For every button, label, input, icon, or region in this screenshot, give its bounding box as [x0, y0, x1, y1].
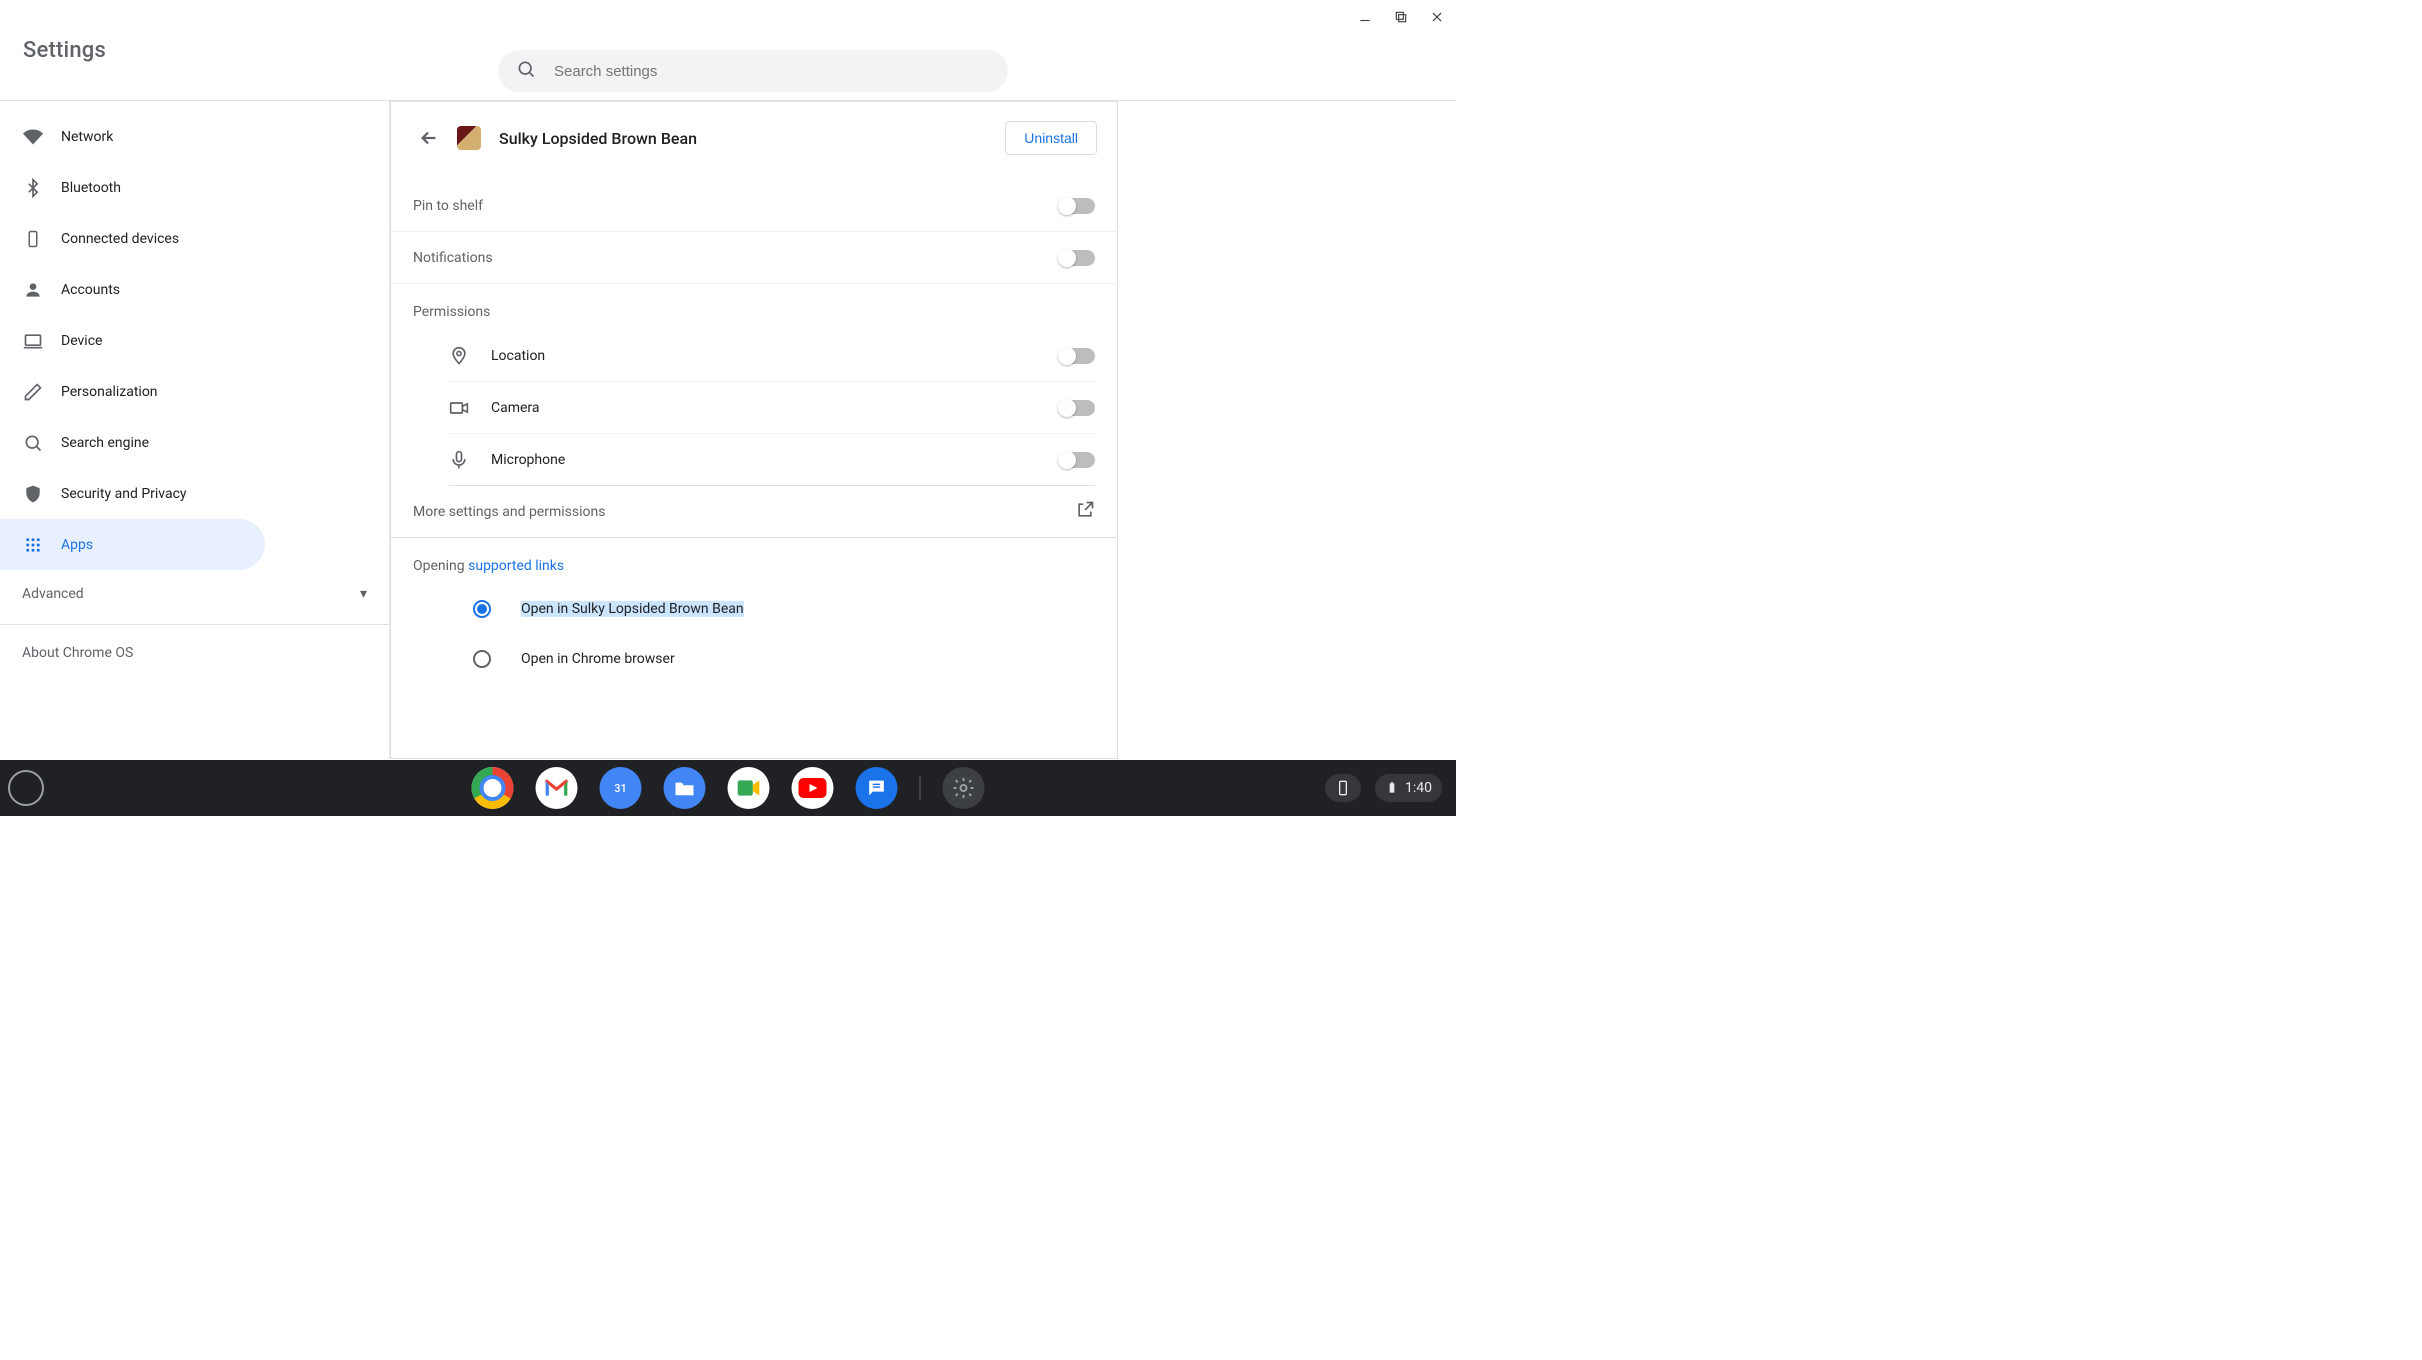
- close-icon[interactable]: [1428, 8, 1446, 26]
- sidebar-item-apps[interactable]: Apps: [0, 519, 265, 570]
- radio-open-in-app[interactable]: [473, 600, 491, 618]
- person-icon: [23, 280, 43, 300]
- more-settings-label: More settings and permissions: [413, 504, 605, 520]
- pin-to-shelf-label: Pin to shelf: [413, 198, 483, 214]
- chevron-down-icon: ▾: [360, 586, 367, 602]
- search-icon: [516, 59, 536, 83]
- minimize-icon[interactable]: [1356, 8, 1374, 26]
- maximize-icon[interactable]: [1392, 8, 1410, 26]
- sidebar-item-connected-devices[interactable]: Connected devices: [0, 213, 265, 264]
- permissions-title: Permissions: [391, 284, 1117, 330]
- shelf-app-calendar[interactable]: 31: [600, 767, 642, 809]
- notifications-toggle[interactable]: [1059, 250, 1095, 266]
- pin-to-shelf-row: Pin to shelf: [391, 180, 1117, 232]
- sidebar-about[interactable]: About Chrome OS: [0, 631, 389, 675]
- notifications-row: Notifications: [391, 232, 1117, 284]
- sidebar-item-label: Personalization: [61, 384, 158, 400]
- search-input[interactable]: [554, 63, 990, 80]
- about-label: About Chrome OS: [22, 645, 133, 661]
- permission-camera-row: Camera: [449, 382, 1095, 434]
- permission-label: Camera: [491, 400, 540, 416]
- shelf-app-youtube[interactable]: [792, 767, 834, 809]
- sidebar-item-network[interactable]: Network: [0, 111, 265, 162]
- sidebar-item-label: Device: [61, 333, 102, 349]
- laptop-icon: [23, 331, 43, 351]
- microphone-icon: [449, 450, 469, 470]
- status-tray[interactable]: 1:40: [1375, 774, 1442, 802]
- sidebar-item-security[interactable]: Security and Privacy: [0, 468, 265, 519]
- pencil-icon: [23, 382, 43, 402]
- sidebar-item-label: Apps: [61, 537, 93, 553]
- battery-icon: [1385, 781, 1399, 795]
- sidebar-item-label: Bluetooth: [61, 180, 121, 196]
- search-engine-icon: [23, 433, 43, 453]
- sidebar-item-label: Network: [61, 129, 113, 145]
- permission-location-row: Location: [449, 330, 1095, 382]
- apps-grid-icon: [23, 535, 43, 555]
- open-external-icon: [1075, 500, 1095, 524]
- phone-icon: [23, 229, 43, 249]
- sidebar-item-label: Security and Privacy: [61, 486, 187, 502]
- shelf-app-meet[interactable]: [728, 767, 770, 809]
- radio-open-in-app-label: Open in Sulky Lopsided Brown Bean: [521, 601, 744, 617]
- launcher-button[interactable]: [8, 770, 44, 806]
- radio-open-in-chrome-row[interactable]: Open in Chrome browser: [391, 634, 1117, 684]
- permission-microphone-row: Microphone: [449, 434, 1095, 486]
- sidebar-item-label: Search engine: [61, 435, 149, 451]
- supported-links-link[interactable]: supported links: [468, 558, 564, 574]
- sidebar-item-accounts[interactable]: Accounts: [0, 264, 265, 315]
- shelf-divider: [920, 776, 921, 800]
- camera-toggle[interactable]: [1059, 400, 1095, 416]
- clock: 1:40: [1405, 780, 1432, 796]
- shield-icon: [23, 484, 43, 504]
- sidebar-item-personalization[interactable]: Personalization: [0, 366, 265, 417]
- radio-open-in-chrome-label: Open in Chrome browser: [521, 651, 675, 667]
- shelf-app-messages[interactable]: [856, 767, 898, 809]
- app-name: Sulky Lopsided Brown Bean: [499, 129, 697, 148]
- location-icon: [449, 346, 469, 366]
- sidebar-divider: [0, 624, 389, 625]
- sidebar-item-bluetooth[interactable]: Bluetooth: [0, 162, 265, 213]
- opening-prefix: Opening: [413, 558, 468, 574]
- uninstall-button[interactable]: Uninstall: [1005, 121, 1097, 155]
- opening-links-section: Opening supported links: [391, 538, 1117, 584]
- search-bar[interactable]: [498, 50, 1008, 92]
- back-button[interactable]: [411, 120, 447, 156]
- wifi-icon: [23, 127, 43, 147]
- status-notifications[interactable]: [1325, 774, 1361, 802]
- phone-notification-icon: [1335, 780, 1351, 796]
- notifications-label: Notifications: [413, 250, 493, 266]
- shelf-app-gmail[interactable]: [536, 767, 578, 809]
- sidebar-advanced[interactable]: Advanced ▾: [0, 570, 389, 618]
- radio-open-in-app-row[interactable]: Open in Sulky Lopsided Brown Bean: [391, 584, 1117, 634]
- shelf: 31 1:40: [0, 760, 1456, 816]
- app-icon: [457, 126, 481, 150]
- shelf-app-chrome[interactable]: [472, 767, 514, 809]
- permission-label: Microphone: [491, 452, 565, 468]
- bluetooth-icon: [23, 178, 43, 198]
- permission-label: Location: [491, 348, 545, 364]
- more-settings-row[interactable]: More settings and permissions: [391, 486, 1117, 538]
- sidebar: Network Bluetooth Connected devices Acco…: [0, 101, 390, 759]
- radio-open-in-chrome[interactable]: [473, 650, 491, 668]
- page-title: Settings: [23, 38, 106, 63]
- shelf-app-settings[interactable]: [943, 767, 985, 809]
- pin-to-shelf-toggle[interactable]: [1059, 198, 1095, 214]
- sidebar-item-search-engine[interactable]: Search engine: [0, 417, 265, 468]
- sidebar-item-device[interactable]: Device: [0, 315, 265, 366]
- camera-icon: [449, 398, 469, 418]
- sidebar-item-label: Connected devices: [61, 231, 179, 247]
- app-detail-card: Sulky Lopsided Brown Bean Uninstall Pin …: [390, 101, 1118, 759]
- location-toggle[interactable]: [1059, 348, 1095, 364]
- sidebar-item-label: Accounts: [61, 282, 120, 298]
- microphone-toggle[interactable]: [1059, 452, 1095, 468]
- advanced-label: Advanced: [22, 586, 84, 602]
- shelf-app-files[interactable]: [664, 767, 706, 809]
